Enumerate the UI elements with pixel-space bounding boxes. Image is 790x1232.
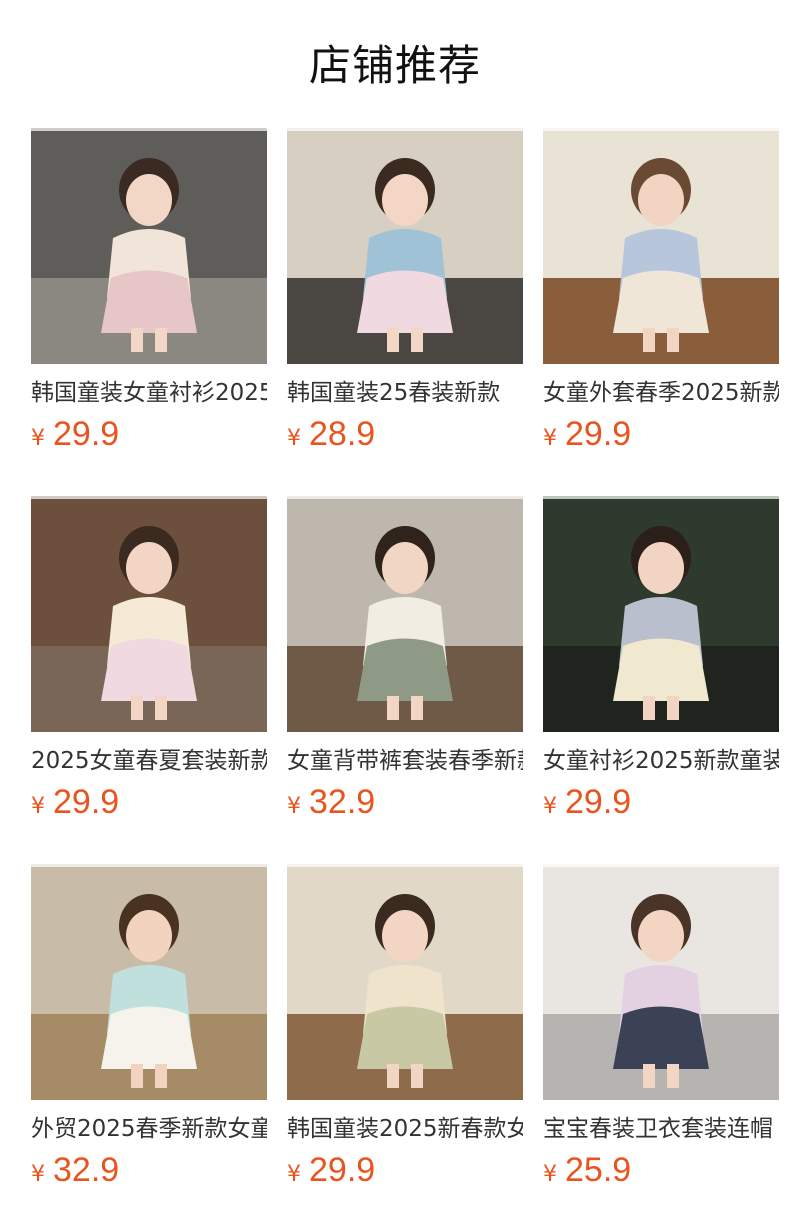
product-photo: [543, 496, 779, 732]
product-price: ¥ 29.9: [287, 1151, 523, 1193]
product-name[interactable]: 韩国童装女童衬衫2025: [31, 377, 267, 409]
currency-symbol: ¥: [287, 426, 301, 451]
shop-recommend-page: 店铺推荐 韩国童装女童衬衫2025 ¥ 29.9 韩国童装25春装新款 ¥ 28…: [0, 0, 790, 1232]
product-photo: [31, 864, 267, 1100]
currency-symbol: ¥: [543, 794, 557, 819]
section-title: 店铺推荐: [308, 41, 481, 90]
product-name[interactable]: 韩国童装2025新春款女童: [287, 1113, 523, 1145]
product-price: ¥ 29.9: [543, 783, 779, 825]
product-card-3[interactable]: 女童外套春季2025新款 ¥ 29.9: [543, 128, 779, 496]
product-name[interactable]: 女童衬衫2025新款童装: [543, 745, 779, 777]
product-name[interactable]: 韩国童装25春装新款: [287, 377, 523, 409]
product-name[interactable]: 女童外套春季2025新款: [543, 377, 779, 409]
product-image[interactable]: [31, 128, 267, 364]
price-amount: 32.9: [309, 783, 376, 821]
product-card-2[interactable]: 韩国童装25春装新款 ¥ 28.9: [287, 128, 523, 496]
product-price: ¥ 32.9: [287, 783, 523, 825]
product-card-1[interactable]: 韩国童装女童衬衫2025 ¥ 29.9: [31, 128, 267, 496]
product-price: ¥ 29.9: [543, 415, 779, 457]
product-price: ¥ 32.9: [31, 1151, 267, 1193]
product-name[interactable]: 宝宝春装卫衣套装连帽: [543, 1113, 779, 1145]
product-name[interactable]: 女童背带裤套装春季新款: [287, 745, 523, 777]
product-image[interactable]: [31, 496, 267, 732]
price-amount: 29.9: [53, 783, 120, 821]
product-image[interactable]: [287, 864, 523, 1100]
product-image[interactable]: [287, 496, 523, 732]
price-amount: 28.9: [309, 415, 376, 453]
product-photo: [543, 864, 779, 1100]
price-amount: 32.9: [53, 1151, 120, 1189]
product-card-8[interactable]: 韩国童装2025新春款女童 ¥ 29.9: [287, 864, 523, 1232]
product-card-6[interactable]: 女童衬衫2025新款童装 ¥ 29.9: [543, 496, 779, 864]
product-name[interactable]: 外贸2025春季新款女童: [31, 1113, 267, 1145]
product-card-7[interactable]: 外贸2025春季新款女童 ¥ 32.9: [31, 864, 267, 1232]
product-photo: [543, 128, 779, 364]
product-photo: [31, 128, 267, 364]
currency-symbol: ¥: [543, 1162, 557, 1187]
currency-symbol: ¥: [287, 794, 301, 819]
product-price: ¥ 25.9: [543, 1151, 779, 1193]
product-image[interactable]: [543, 128, 779, 364]
product-photo: [31, 496, 267, 732]
product-image[interactable]: [287, 128, 523, 364]
product-card-4[interactable]: 2025女童春夏套装新款 ¥ 29.9: [31, 496, 267, 864]
product-price: ¥ 28.9: [287, 415, 523, 457]
price-amount: 29.9: [565, 783, 632, 821]
product-photo: [287, 496, 523, 732]
price-amount: 29.9: [53, 415, 120, 453]
product-card-9[interactable]: 宝宝春装卫衣套装连帽 ¥ 25.9: [543, 864, 779, 1232]
price-amount: 29.9: [309, 1151, 376, 1189]
price-amount: 29.9: [565, 415, 632, 453]
product-photo: [287, 864, 523, 1100]
currency-symbol: ¥: [543, 426, 557, 451]
currency-symbol: ¥: [31, 426, 45, 451]
product-price: ¥ 29.9: [31, 415, 267, 457]
product-image[interactable]: [31, 864, 267, 1100]
product-image[interactable]: [543, 864, 779, 1100]
product-grid: 韩国童装女童衬衫2025 ¥ 29.9 韩国童装25春装新款 ¥ 28.9 女童…: [31, 128, 779, 1232]
currency-symbol: ¥: [287, 1162, 301, 1187]
product-price: ¥ 29.9: [31, 783, 267, 825]
product-name[interactable]: 2025女童春夏套装新款: [31, 745, 267, 777]
product-image[interactable]: [543, 496, 779, 732]
price-amount: 25.9: [565, 1151, 632, 1189]
currency-symbol: ¥: [31, 794, 45, 819]
product-card-5[interactable]: 女童背带裤套装春季新款 ¥ 32.9: [287, 496, 523, 864]
currency-symbol: ¥: [31, 1162, 45, 1187]
product-photo: [287, 128, 523, 364]
